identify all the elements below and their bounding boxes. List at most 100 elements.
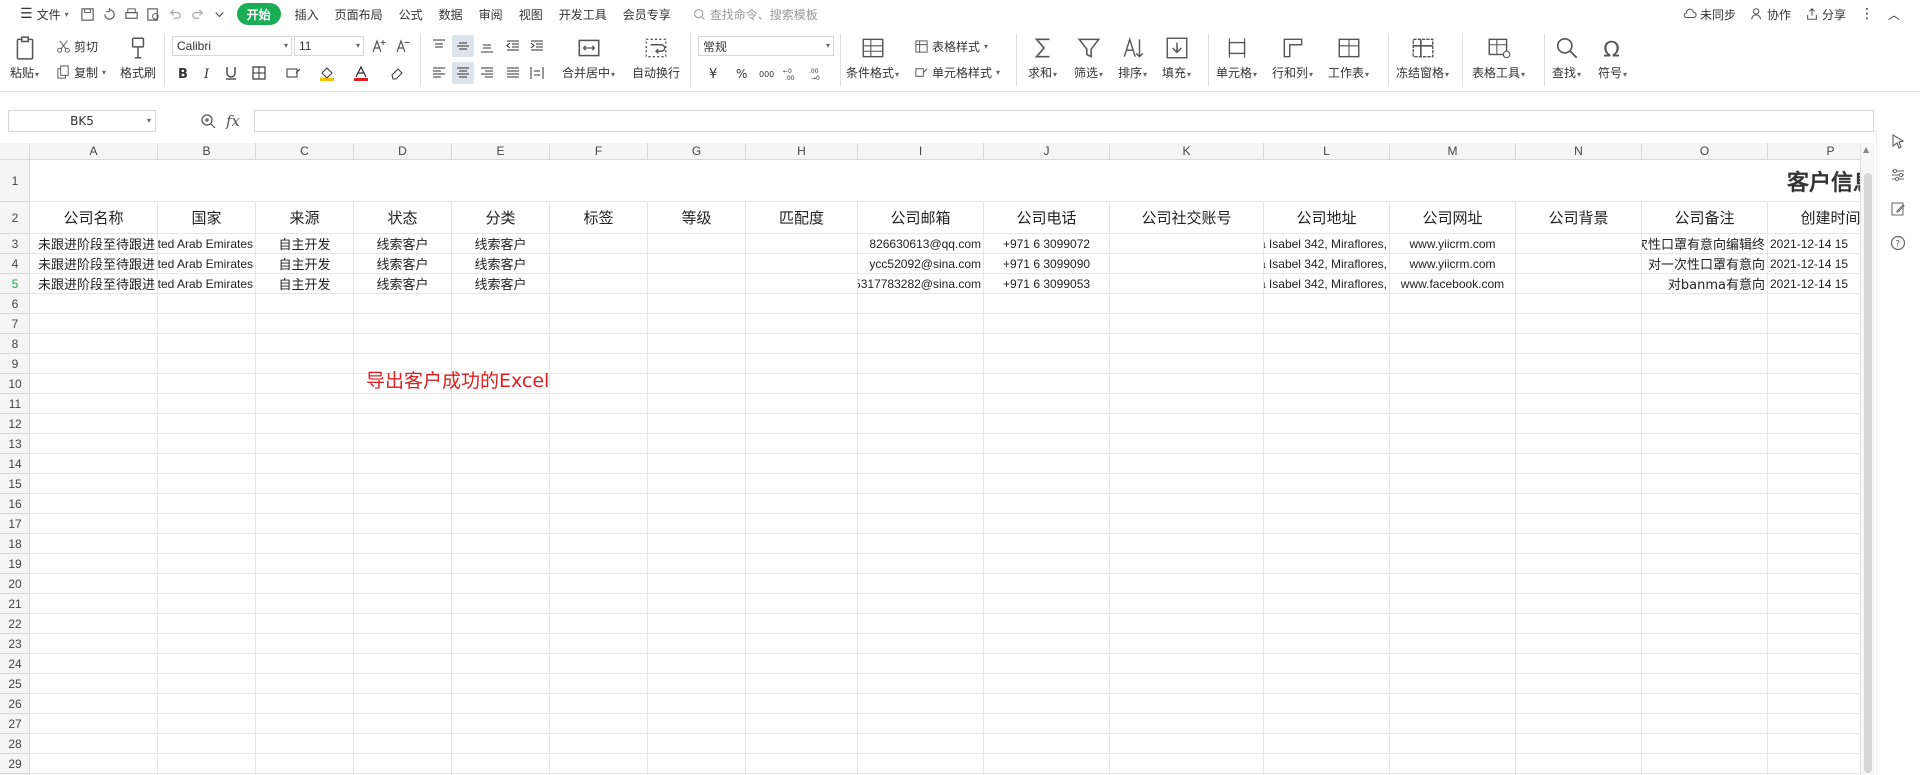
column-header-i[interactable]: I [858, 143, 984, 160]
help-icon[interactable]: ? [1887, 232, 1909, 254]
font-color-icon[interactable] [350, 62, 372, 84]
number-format-select[interactable]: 常规 ▾ [698, 36, 834, 56]
header-cell[interactable]: 创建时间 [1768, 202, 1860, 233]
edit-panel-icon[interactable] [1887, 198, 1909, 220]
name-box[interactable]: BK5 ▾ [8, 110, 156, 132]
column-header-j[interactable]: J [984, 143, 1110, 160]
table-cell[interactable]: Calle Santa Isabel 342, Miraflores, [1264, 274, 1389, 293]
column-header-e[interactable]: E [452, 143, 550, 160]
worksheet-button[interactable]: 工作表▾ [1328, 34, 1369, 81]
row-header-25[interactable]: 25 [0, 674, 30, 694]
column-header-o[interactable]: O [1642, 143, 1768, 160]
table-cell[interactable] [648, 254, 745, 273]
table-cell[interactable]: 2021-12-14 15 [1768, 234, 1860, 253]
export-icon[interactable] [99, 3, 121, 25]
table-cell[interactable]: 未跟进阶段至待跟进 [30, 274, 157, 293]
table-cell[interactable]: Y15317783282@sina.com [858, 274, 983, 293]
table-cell[interactable]: 线索客户 [354, 254, 451, 273]
undo-icon[interactable] [165, 3, 187, 25]
clear-format-icon[interactable] [386, 62, 408, 84]
formula-input[interactable] [254, 110, 1874, 132]
share-button[interactable]: 分享 [1801, 6, 1850, 23]
align-middle-icon[interactable] [452, 35, 474, 57]
column-header-d[interactable]: D [354, 143, 452, 160]
table-cell[interactable] [648, 234, 745, 253]
indent-decrease-icon[interactable] [502, 35, 524, 57]
table-cell[interactable]: Calle Santa Isabel 342, Miraflores, [1264, 254, 1389, 273]
table-cell[interactable]: 自主开发 [256, 234, 353, 253]
row-header-20[interactable]: 20 [0, 574, 30, 594]
rows-cols-button[interactable]: 行和列▾ [1272, 34, 1313, 81]
align-bottom-icon[interactable] [476, 35, 498, 57]
save-icon[interactable] [77, 3, 99, 25]
row-header-29[interactable]: 29 [0, 754, 30, 774]
print-icon[interactable] [121, 3, 143, 25]
table-cell[interactable] [550, 234, 647, 253]
font-name-select[interactable]: Calibri ▾ [172, 36, 292, 56]
table-cell[interactable]: +971 6 3099090 [984, 254, 1109, 273]
table-cell[interactable] [1110, 254, 1263, 273]
merge-center-button[interactable]: 合并居中▾ [562, 34, 615, 81]
format-painter-button[interactable]: 格式刷 [120, 34, 156, 81]
row-header-28[interactable]: 28 [0, 734, 30, 754]
row-header-26[interactable]: 26 [0, 694, 30, 714]
cells-button[interactable]: 单元格▾ [1216, 34, 1257, 81]
column-header-b[interactable]: B [158, 143, 256, 160]
header-cell[interactable]: 状态 [354, 202, 451, 233]
table-cell[interactable]: 线索客户 [452, 234, 549, 253]
align-center-icon[interactable] [452, 62, 474, 84]
table-cell[interactable]: 对一次性口罩有意向编辑终 [1642, 234, 1767, 253]
header-cell[interactable]: 公司备注 [1642, 202, 1767, 233]
row-header-21[interactable]: 21 [0, 594, 30, 614]
table-cell[interactable]: United Arab Emirates [158, 274, 255, 293]
file-menu[interactable]: ☰ 文件 ▾ [12, 3, 77, 25]
sum-button[interactable]: 求和▾ [1028, 34, 1057, 81]
table-cell[interactable]: 线索客户 [452, 274, 549, 293]
currency-icon[interactable]: ¥ [700, 62, 730, 84]
table-cell[interactable]: 自主开发 [256, 274, 353, 293]
table-cell[interactable]: www.facebook.com [1390, 274, 1515, 293]
table-cell[interactable] [1110, 234, 1263, 253]
row-header-2[interactable]: 2 [0, 202, 30, 234]
tab-home[interactable]: 开始 [236, 3, 281, 25]
table-cell[interactable] [746, 234, 857, 253]
header-cell[interactable]: 等级 [648, 202, 745, 233]
row-header-12[interactable]: 12 [0, 414, 30, 434]
symbol-button[interactable]: Ω 符号▾ [1598, 34, 1627, 81]
table-cell[interactable]: Calle Santa Isabel 342, Miraflores, [1264, 234, 1389, 253]
row-header-4[interactable]: 4 [0, 254, 30, 274]
row-header-5[interactable]: 5 [0, 274, 30, 294]
increase-decimal-icon[interactable]: ←0.00 [780, 62, 802, 84]
table-style-button[interactable]: 表格样式 ▾ [914, 38, 988, 55]
table-cell[interactable] [1516, 234, 1641, 253]
align-top-icon[interactable] [428, 35, 450, 57]
align-right-icon[interactable] [476, 62, 498, 84]
tab-page-layout[interactable]: 页面布局 [327, 3, 391, 25]
tab-view[interactable]: 视图 [511, 3, 551, 25]
row-header-9[interactable]: 9 [0, 354, 30, 374]
row-header-24[interactable]: 24 [0, 654, 30, 674]
table-cell[interactable]: 线索客户 [354, 234, 451, 253]
column-header-p[interactable]: P [1768, 143, 1860, 160]
table-cell[interactable]: 线索客户 [354, 274, 451, 293]
increase-font-icon[interactable] [368, 35, 390, 57]
table-cell[interactable]: 对一次性口罩有意向 [1642, 254, 1767, 273]
tab-data[interactable]: 数据 [431, 3, 471, 25]
table-cell[interactable] [746, 274, 857, 293]
row-header-16[interactable]: 16 [0, 494, 30, 514]
copy-button[interactable]: 复制 ▾ [56, 64, 106, 81]
table-cell[interactable]: 线索客户 [452, 254, 549, 273]
table-tools-button[interactable]: 表格工具▾ [1472, 34, 1525, 81]
row-header-19[interactable]: 19 [0, 554, 30, 574]
header-cell[interactable]: 公司地址 [1264, 202, 1389, 233]
header-cell[interactable]: 分类 [452, 202, 549, 233]
table-cell[interactable]: +971 6 3099072 [984, 234, 1109, 253]
scroll-up-icon[interactable]: ▲ [1863, 145, 1869, 154]
table-cell[interactable]: 未跟进阶段至待跟进 [30, 254, 157, 273]
row-header-23[interactable]: 23 [0, 634, 30, 654]
tab-insert[interactable]: 插入 [287, 3, 327, 25]
tab-developer[interactable]: 开发工具 [551, 3, 615, 25]
row-header-7[interactable]: 7 [0, 314, 30, 334]
column-header-a[interactable]: A [30, 143, 158, 160]
bold-icon[interactable]: B [172, 62, 194, 84]
